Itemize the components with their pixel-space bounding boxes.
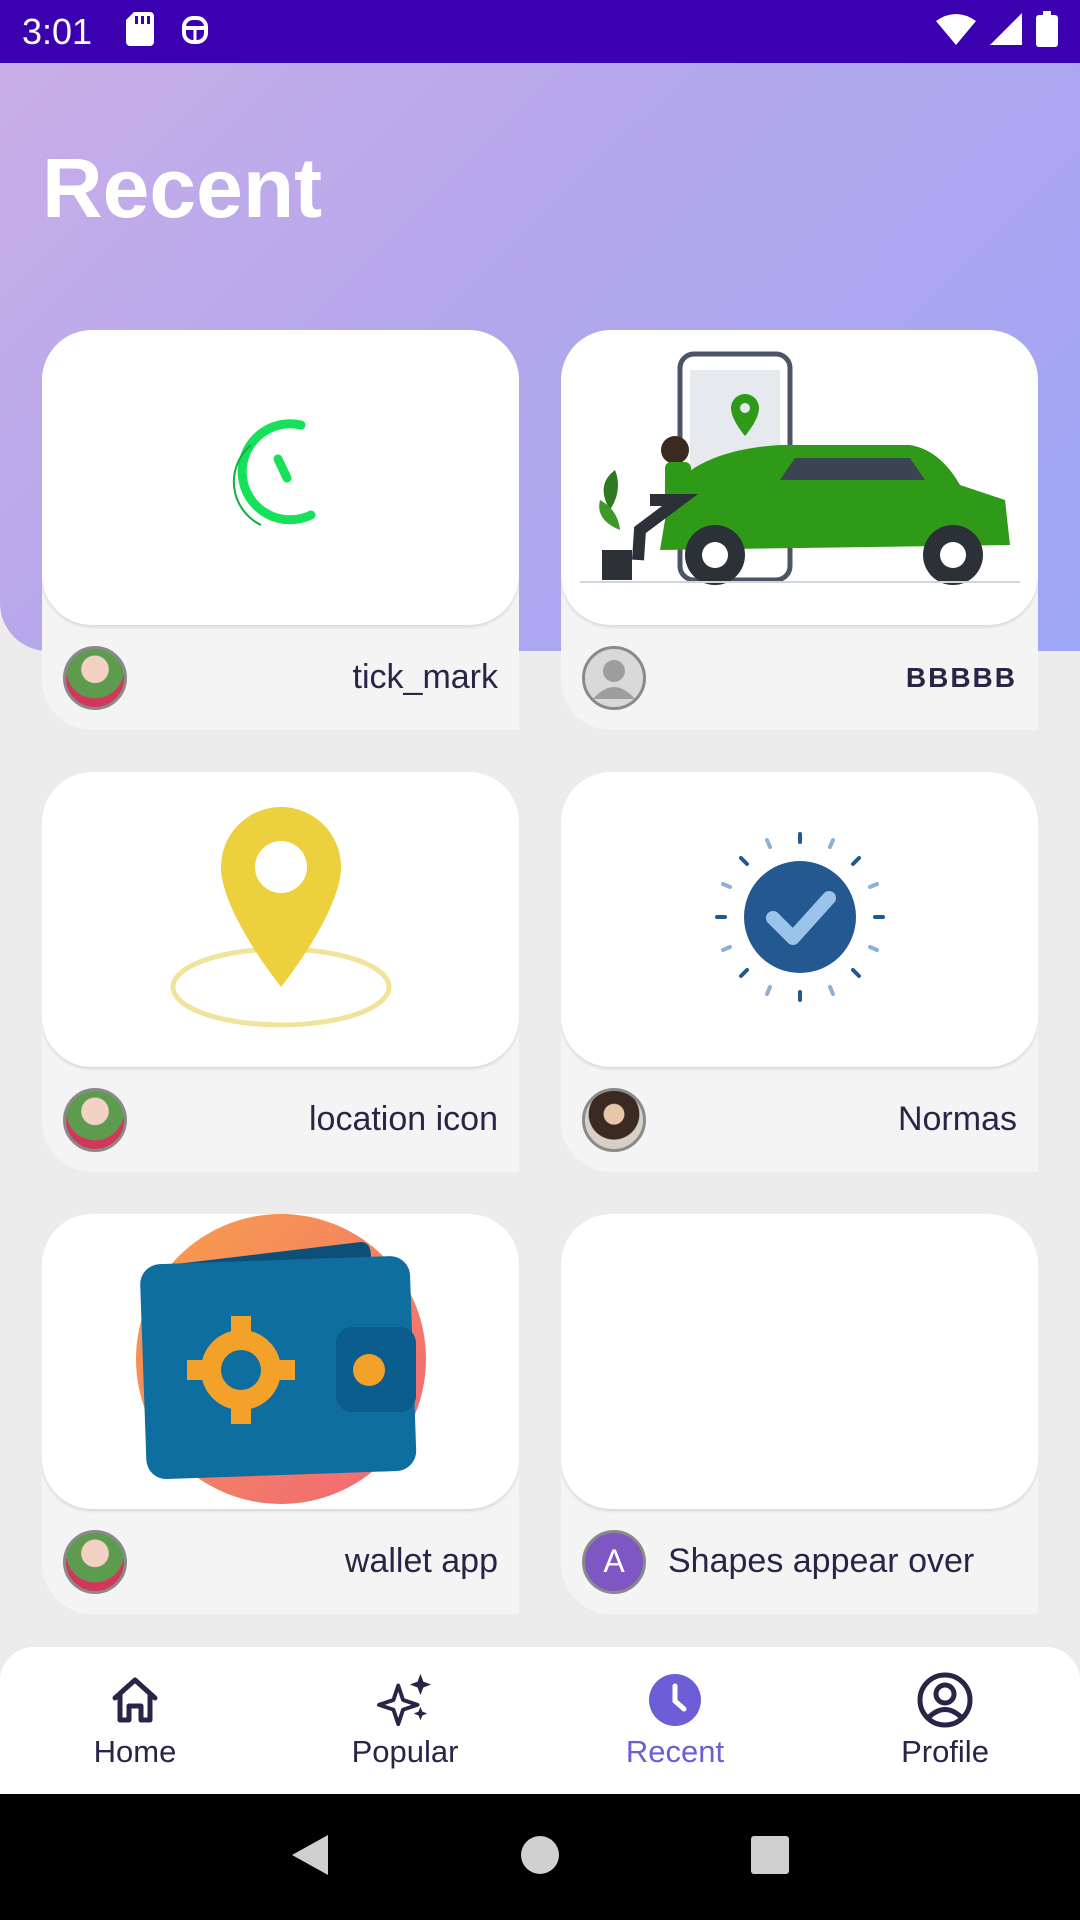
- design-card[interactable]: tick_mark: [42, 330, 519, 730]
- nav-popular[interactable]: Popular: [270, 1647, 540, 1794]
- card-image: [42, 330, 519, 625]
- nav-label: Home: [93, 1733, 177, 1769]
- design-card[interactable]: location icon: [42, 772, 519, 1172]
- card-title: BBBBB: [905, 661, 1017, 693]
- car-location-illustration: [579, 350, 1020, 605]
- card-title: tick_mark: [352, 658, 498, 696]
- debug-icon: [180, 12, 210, 51]
- nav-profile[interactable]: Profile: [810, 1647, 1080, 1794]
- sparkle-icon: [377, 1672, 433, 1728]
- design-card[interactable]: Normas: [561, 772, 1038, 1172]
- card-image: [561, 330, 1038, 625]
- clock-icon: [647, 1672, 703, 1728]
- author-avatar[interactable]: [63, 1087, 127, 1152]
- card-image: [42, 1214, 519, 1509]
- card-title: Normas: [897, 1100, 1017, 1138]
- nav-label: Profile: [901, 1733, 989, 1769]
- design-card[interactable]: wallet app: [42, 1214, 519, 1614]
- letter-avatar[interactable]: A: [582, 1529, 646, 1594]
- home-icon: [107, 1672, 163, 1728]
- author-avatar[interactable]: [63, 1529, 127, 1594]
- author-avatar[interactable]: [582, 1087, 646, 1152]
- sd-card-icon: [126, 12, 155, 51]
- recents-button[interactable]: [750, 1835, 790, 1880]
- back-button[interactable]: [290, 1833, 330, 1882]
- card-image: [561, 1214, 1038, 1509]
- default-user-avatar[interactable]: [582, 645, 646, 710]
- verified-check-icon: [714, 832, 885, 1007]
- signal-icon: [990, 13, 1022, 50]
- battery-icon: [1036, 11, 1058, 52]
- nav-home[interactable]: Home: [0, 1647, 270, 1794]
- profile-icon: [917, 1672, 973, 1728]
- design-card[interactable]: A Shapes appear over: [561, 1214, 1038, 1614]
- card-title: location icon: [308, 1100, 498, 1138]
- card-title: wallet app: [344, 1542, 498, 1580]
- nav-recent[interactable]: Recent: [540, 1647, 810, 1794]
- author-avatar[interactable]: [63, 645, 127, 710]
- design-card[interactable]: BBBBB: [561, 330, 1038, 730]
- wifi-icon: [936, 13, 976, 50]
- home-button[interactable]: [520, 1835, 560, 1880]
- nav-label: Popular: [351, 1733, 459, 1769]
- bottom-navigation: Home Popular Recent Profile: [0, 1647, 1080, 1794]
- location-pin-icon: [166, 797, 396, 1042]
- avatar-letter: A: [603, 1543, 625, 1579]
- card-image: [561, 772, 1038, 1067]
- wallet-gear-icon: [131, 1214, 431, 1509]
- status-time: 3:01: [22, 10, 93, 52]
- system-navigation: [0, 1794, 1080, 1920]
- card-image: [42, 772, 519, 1067]
- page-title: Recent: [42, 141, 323, 235]
- status-bar: 3:01: [0, 0, 1080, 63]
- card-title: Shapes appear over: [668, 1542, 975, 1580]
- nav-label: Recent: [625, 1733, 725, 1769]
- loading-arc-icon: [231, 415, 331, 540]
